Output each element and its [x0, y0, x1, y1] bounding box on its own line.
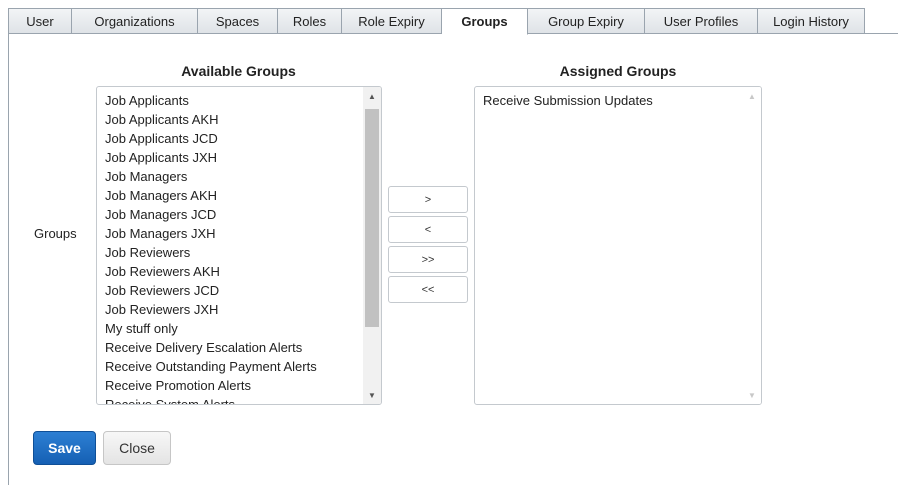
list-item[interactable]: Job Applicants JCD [105, 129, 317, 148]
scroll-down-icon[interactable]: ▼ [363, 386, 381, 404]
list-item[interactable]: Job Applicants JXH [105, 148, 317, 167]
available-groups-items: Job Applicants Job Applicants AKH Job Ap… [105, 91, 317, 404]
save-button[interactable]: Save [33, 431, 96, 465]
assigned-groups-list[interactable]: Receive Submission Updates ▲ ▼ [474, 86, 762, 405]
tab-group-expiry[interactable]: Group Expiry [528, 8, 645, 34]
available-groups-scrollbar[interactable]: ▲ ▼ [363, 87, 381, 404]
tab-groups[interactable]: Groups [442, 8, 528, 35]
list-item[interactable]: Job Reviewers JCD [105, 281, 317, 300]
available-groups-heading: Available Groups [181, 63, 296, 79]
tab-organizations[interactable]: Organizations [72, 8, 198, 34]
remove-all-button[interactable]: << [388, 276, 468, 303]
list-item[interactable]: Job Applicants [105, 91, 317, 110]
scroll-down-icon: ▼ [748, 390, 756, 400]
add-selected-button[interactable]: > [388, 186, 468, 213]
list-item[interactable]: Job Reviewers AKH [105, 262, 317, 281]
list-item[interactable]: Job Managers [105, 167, 317, 186]
available-groups-list[interactable]: Job Applicants Job Applicants AKH Job Ap… [96, 86, 382, 405]
list-item[interactable]: Receive Delivery Escalation Alerts [105, 338, 317, 357]
list-item[interactable]: My stuff only [105, 319, 317, 338]
list-item[interactable]: Job Reviewers JXH [105, 300, 317, 319]
tab-user[interactable]: User [8, 8, 72, 34]
list-item[interactable]: Job Reviewers [105, 243, 317, 262]
list-item[interactable]: Receive Outstanding Payment Alerts [105, 357, 317, 376]
close-button[interactable]: Close [103, 431, 171, 465]
tab-role-expiry[interactable]: Role Expiry [342, 8, 442, 34]
list-item[interactable]: Job Managers AKH [105, 186, 317, 205]
user-admin-panel: User Organizations Spaces Roles Role Exp… [0, 0, 898, 485]
list-item[interactable]: Receive System Alerts [105, 395, 317, 404]
list-item[interactable]: Receive Promotion Alerts [105, 376, 317, 395]
scroll-up-icon: ▲ [748, 91, 756, 101]
add-all-button[interactable]: >> [388, 246, 468, 273]
assigned-groups-heading: Assigned Groups [559, 63, 677, 79]
list-item[interactable]: Job Managers JXH [105, 224, 317, 243]
tab-roles[interactable]: Roles [278, 8, 342, 34]
tab-user-profiles[interactable]: User Profiles [645, 8, 758, 34]
scroll-up-icon[interactable]: ▲ [363, 87, 381, 105]
remove-selected-button[interactable]: < [388, 216, 468, 243]
assigned-groups-items: Receive Submission Updates [483, 91, 653, 110]
tab-login-history[interactable]: Login History [758, 8, 865, 34]
assigned-groups-scrollbar: ▲ ▼ [743, 87, 761, 404]
scrollbar-thumb[interactable] [365, 109, 379, 327]
panel-border [8, 33, 9, 485]
list-item[interactable]: Receive Submission Updates [483, 91, 653, 110]
list-item[interactable]: Job Applicants AKH [105, 110, 317, 129]
groups-row-label: Groups [34, 226, 77, 241]
tab-bar: User Organizations Spaces Roles Role Exp… [8, 8, 865, 35]
list-item[interactable]: Job Managers JCD [105, 205, 317, 224]
tab-spaces[interactable]: Spaces [198, 8, 278, 34]
